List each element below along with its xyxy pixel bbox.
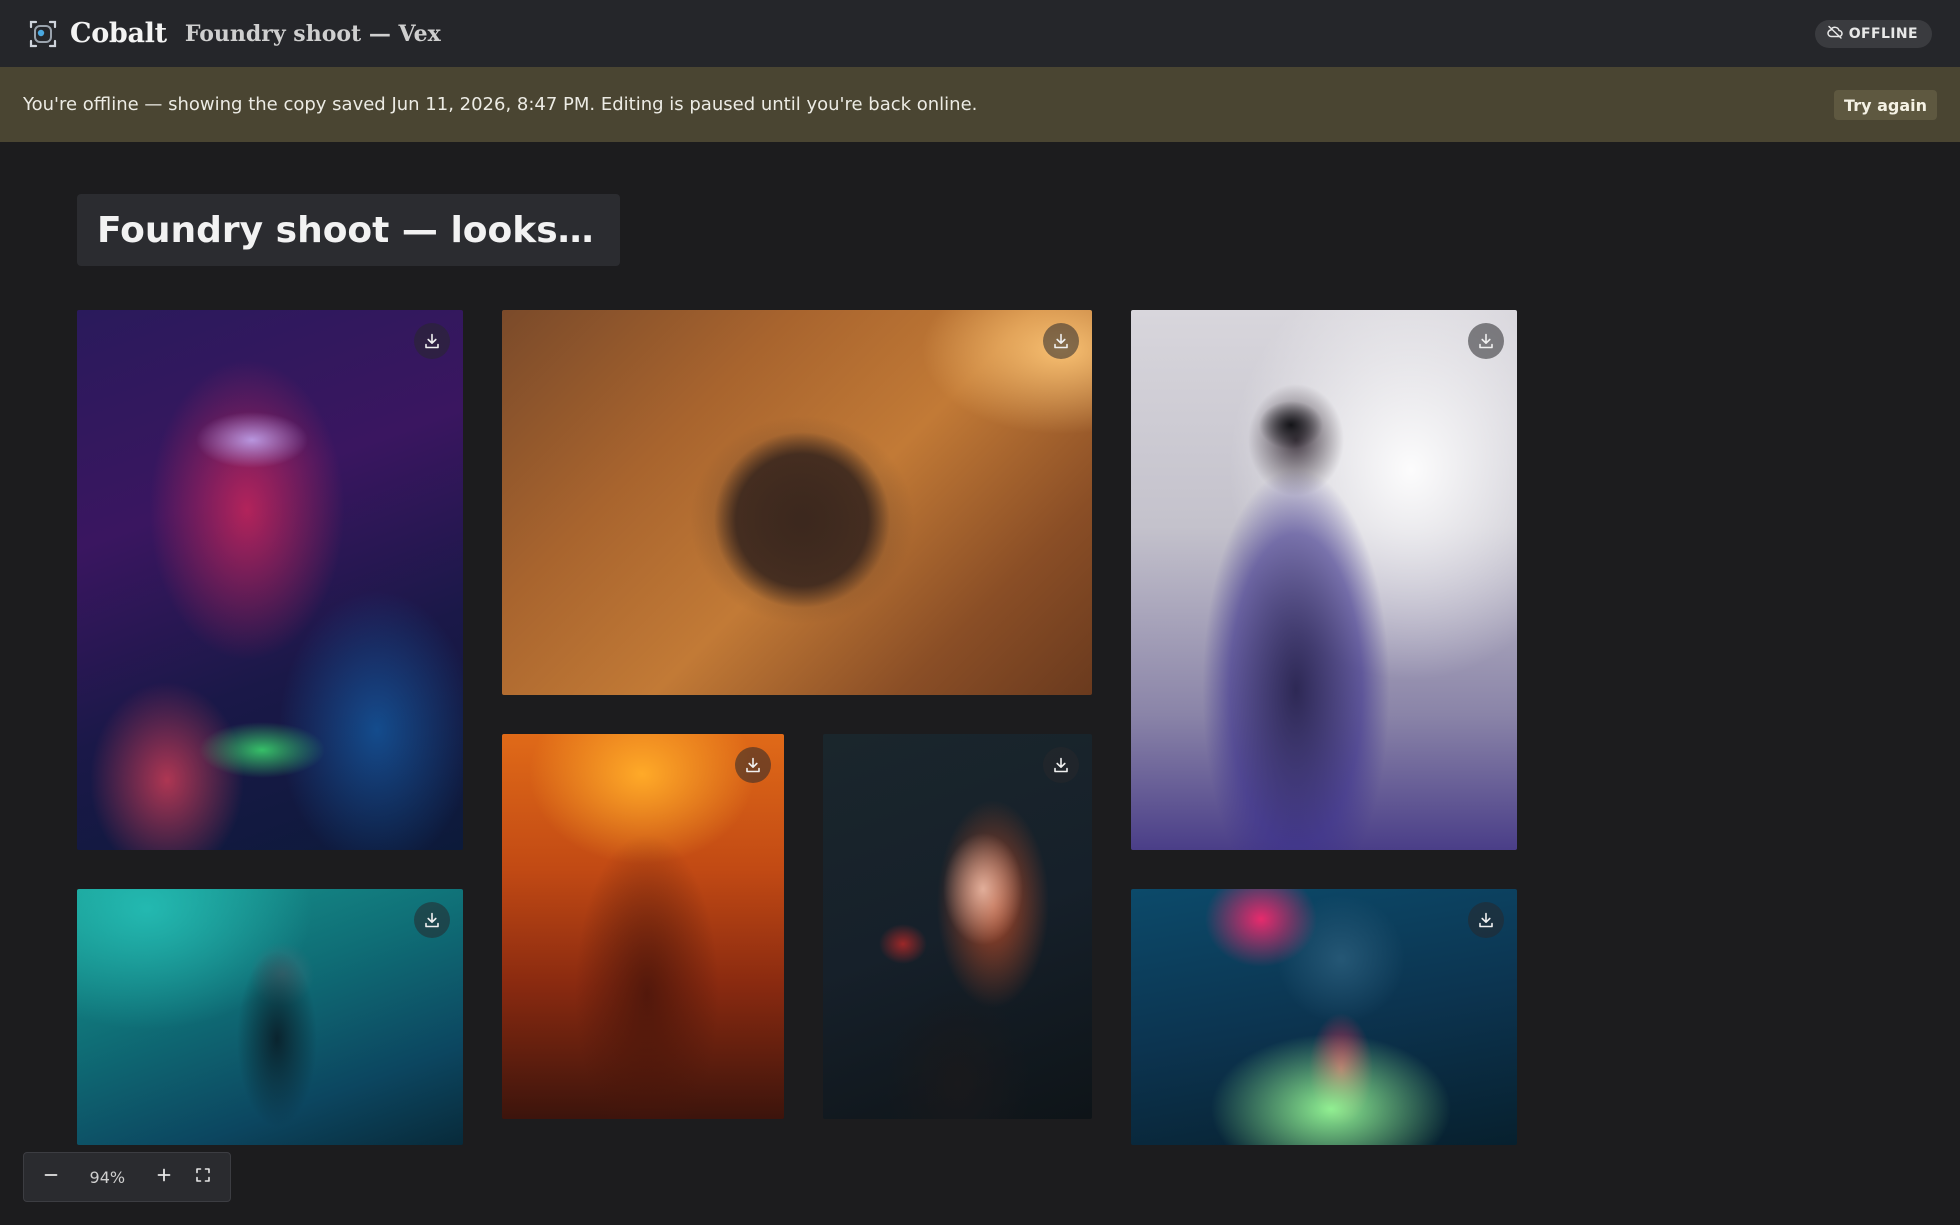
fit-to-screen-button[interactable]	[190, 1164, 216, 1190]
plus-icon	[156, 1167, 172, 1187]
brand-name[interactable]: Cobalt	[70, 18, 167, 49]
offline-banner-message: You're offline — showing the copy saved …	[23, 94, 978, 115]
photo-card[interactable]	[502, 310, 1092, 695]
cobalt-logo-icon	[28, 19, 58, 49]
fullscreen-icon	[195, 1167, 211, 1187]
board-title[interactable]: Foundry shoot — looks…	[77, 194, 620, 266]
try-again-button[interactable]: Try again	[1834, 90, 1937, 120]
download-icon[interactable]	[414, 323, 450, 359]
photo-card[interactable]	[502, 734, 784, 1119]
download-icon[interactable]	[1043, 323, 1079, 359]
photo-card[interactable]	[823, 734, 1092, 1119]
minus-icon	[43, 1167, 59, 1187]
document-title: Foundry shoot — Vex	[184, 20, 441, 47]
download-icon[interactable]	[414, 902, 450, 938]
download-icon[interactable]	[1468, 902, 1504, 938]
download-icon[interactable]	[1468, 323, 1504, 359]
photo-card[interactable]	[77, 889, 463, 1145]
zoom-control: 94%	[23, 1152, 231, 1202]
top-bar: Cobalt Foundry shoot — Vex OFFLINE	[0, 0, 1960, 67]
photo-card[interactable]	[77, 310, 463, 850]
download-icon[interactable]	[1043, 747, 1079, 783]
photo-card[interactable]	[1131, 310, 1517, 850]
photo-card[interactable]	[1131, 889, 1517, 1145]
cloud-offline-icon	[1827, 25, 1843, 43]
offline-banner: You're offline — showing the copy saved …	[0, 67, 1960, 142]
zoom-level[interactable]: 94%	[77, 1168, 137, 1187]
offline-status-badge: OFFLINE	[1814, 20, 1932, 48]
zoom-out-button[interactable]	[38, 1164, 64, 1190]
zoom-in-button[interactable]	[151, 1164, 177, 1190]
offline-status-label: OFFLINE	[1848, 26, 1918, 42]
download-icon[interactable]	[735, 747, 771, 783]
